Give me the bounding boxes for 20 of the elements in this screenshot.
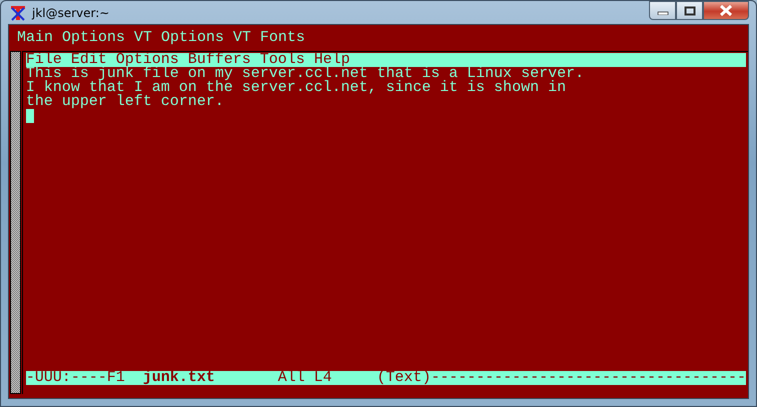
scrollbar[interactable] <box>10 51 21 394</box>
text-line: the upper left corner. <box>26 95 225 109</box>
menu-item[interactable]: File <box>26 53 62 67</box>
menu-item[interactable]: Edit <box>70 53 107 67</box>
close-icon <box>719 5 733 16</box>
menu-item[interactable]: VT Fonts <box>233 31 306 47</box>
menu-item[interactable]: Options <box>116 53 179 67</box>
text-cursor <box>26 109 34 123</box>
menu-item[interactable]: Tools <box>260 53 305 67</box>
menu-item[interactable]: Buffers <box>188 53 251 67</box>
menu-item[interactable]: VT Options <box>134 31 224 47</box>
menu-item[interactable]: Help <box>314 53 350 67</box>
text-line: I know that I am on the server.ccl.net, since it is shown in <box>26 81 567 95</box>
maximize-icon <box>684 6 696 16</box>
window-title: jkl@server:~ <box>32 6 110 20</box>
close-button[interactable] <box>703 1 749 20</box>
menu-item[interactable]: Main Options <box>17 31 126 47</box>
minimize-button[interactable] <box>649 1 676 20</box>
terminal-logo-icon <box>9 4 27 22</box>
maximize-button[interactable] <box>676 1 703 20</box>
